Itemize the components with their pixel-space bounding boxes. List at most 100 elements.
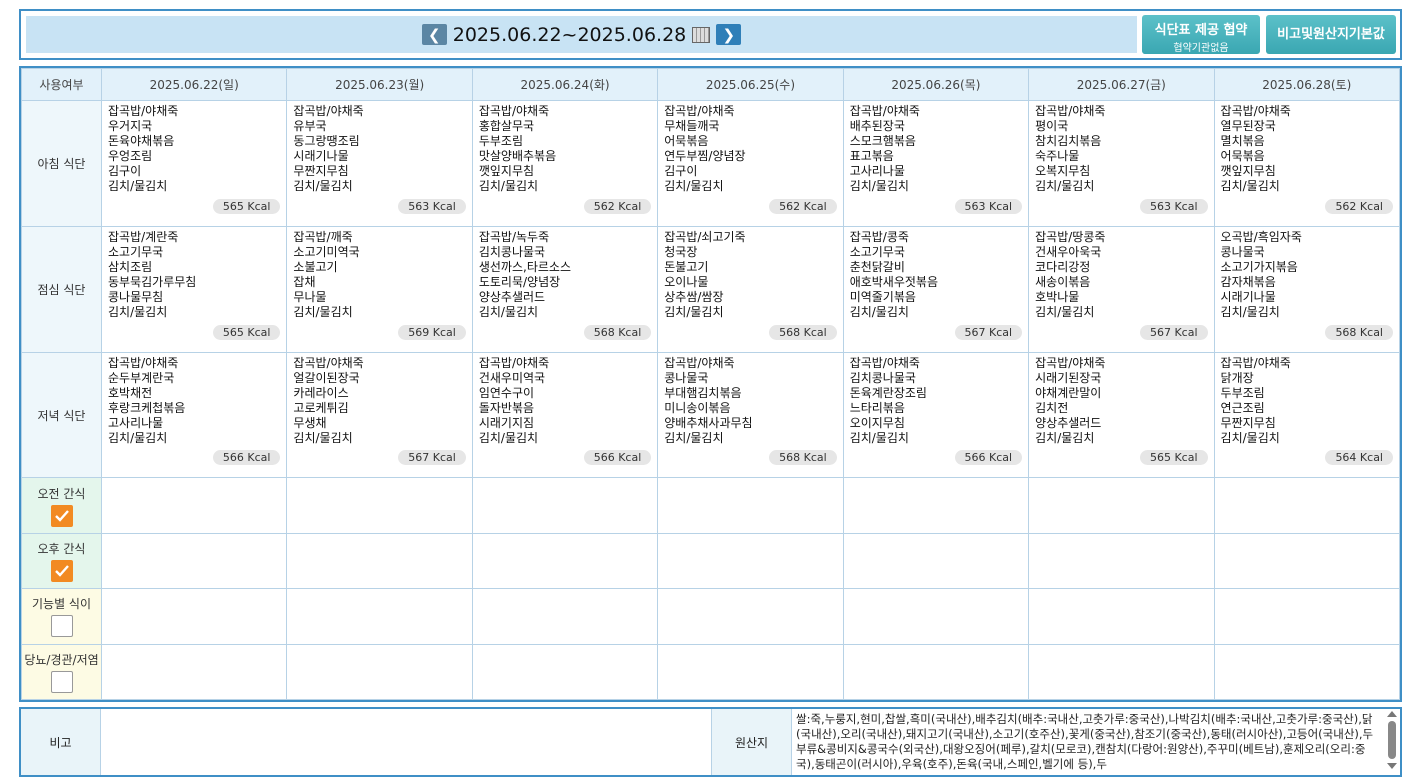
kcal-badge: 568 Kcal	[769, 450, 837, 466]
kcal-badge: 562 Kcal	[1325, 198, 1393, 214]
menu-cell[interactable]: 잡곡밥/야채죽 닭개장 두부조림 연근조림 무짠지무침 김치/물김치 564 Kc…	[1213, 351, 1401, 479]
prev-week-button[interactable]: ❮	[421, 24, 447, 45]
menu-cell[interactable]: 잡곡밥/야채죽 우거지국 돈육야채볶음 우엉조림 김구이 김치/물김치 565 K…	[100, 100, 288, 227]
scroll-thumb[interactable]	[1388, 721, 1396, 759]
dish-list: 잡곡밥/계란죽 소고기무국 삼치조림 동부묵김가루무침 콩나물무침 김치/물김치	[108, 229, 197, 319]
snack-cell[interactable]	[1028, 643, 1215, 701]
menu-cell[interactable]: 잡곡밥/야채죽 유부국 동그랑땡조림 시래기나물 무짠지무침 김치/물김치 563…	[286, 100, 473, 227]
kcal-badge: 568 Kcal	[583, 324, 652, 340]
kcal-badge: 565 Kcal	[1139, 450, 1208, 466]
snack-row-header: 기능별 식이	[21, 588, 102, 645]
snack-cell[interactable]	[100, 477, 288, 534]
snack-cell[interactable]	[100, 532, 288, 590]
snack-cell[interactable]	[842, 532, 1030, 590]
kcal-badge: 568 Kcal	[769, 324, 837, 340]
menu-cell[interactable]: 잡곡밥/땅콩죽 건새우아욱국 코다리강정 새송이볶음 호박나물 김치/물김치 56…	[1028, 225, 1215, 353]
snack-cell[interactable]	[471, 643, 659, 701]
next-week-button[interactable]: ❯	[716, 24, 742, 45]
snack-cell[interactable]	[286, 588, 473, 645]
origin-scrollbar[interactable]	[1386, 711, 1398, 773]
origin-label: 원산지	[712, 709, 792, 775]
snack-cell[interactable]	[286, 477, 473, 534]
week-range-label: 2025.06.22~2025.06.28	[452, 23, 687, 46]
snack-label: 당뇨/경관/저염	[24, 652, 99, 667]
day-header: 2025.06.26(목)	[842, 68, 1030, 101]
dish-list: 잡곡밥/야채죽 우거지국 돈육야채볶음 우엉조림 김구이 김치/물김치	[108, 104, 179, 193]
menu-cell[interactable]: 잡곡밥/야채죽 무채들깨국 어묵볶음 연두부찜/양념장 김구이 김치/물김치 56…	[657, 100, 844, 227]
menu-cell[interactable]: 잡곡밥/야채죽 시래기된장국 야채계란말이 김치전 양상추샐러드 김치/물김치 5…	[1028, 351, 1215, 479]
menu-cell[interactable]: 잡곡밥/녹두죽 김치콩나물국 생선까스,타르소스 도토리묵/양념장 양상추샐러드…	[471, 225, 659, 353]
use-checkbox[interactable]	[50, 615, 73, 638]
snack-cell[interactable]	[1213, 643, 1401, 701]
kcal-badge: 565 Kcal	[212, 198, 281, 214]
snack-cell[interactable]	[1028, 588, 1215, 645]
dish-list: 잡곡밥/야채죽 건새우미역국 임연수구이 돌자반볶음 시래기지짐 김치/물김치	[478, 355, 550, 445]
note-field[interactable]	[101, 709, 712, 775]
day-header: 2025.06.23(월)	[286, 68, 473, 101]
use-checkbox[interactable]	[50, 560, 73, 583]
kcal-badge: 567 Kcal	[398, 450, 466, 466]
kcal-badge: 566 Kcal	[954, 450, 1023, 466]
menu-cell[interactable]: 잡곡밥/야채죽 얼갈이된장국 카레라이스 고로케튀김 무생채 김치/물김치 567…	[286, 351, 473, 479]
snack-cell[interactable]	[1213, 588, 1401, 645]
menu-cell[interactable]: 잡곡밥/야채죽 김치콩나물국 돈육계란장조림 느타리볶음 오이지무침 김치/물김…	[842, 351, 1030, 479]
scroll-up-icon[interactable]	[1387, 711, 1397, 717]
menu-cell[interactable]: 잡곡밥/콩죽 소고기무국 춘천닭갈비 애호박새우젓볶음 미역줄기볶음 김치/물김…	[842, 225, 1030, 353]
snack-row-header: 오후 간식	[21, 532, 102, 590]
meal-label: 아침 식단	[21, 100, 102, 227]
menu-cell[interactable]: 잡곡밥/야채죽 콩나물국 부대햄김치볶음 미니송이볶음 양배추채사과무침 김치/…	[657, 351, 844, 479]
snack-cell[interactable]	[1028, 532, 1215, 590]
menu-agreement-button[interactable]: 식단표 제공 협약 협약기관없음	[1142, 15, 1260, 54]
menu-cell[interactable]: 잡곡밥/야채죽 건새우미역국 임연수구이 돌자반볶음 시래기지짐 김치/물김치 5…	[471, 351, 659, 479]
origin-text: 쌀:죽,누룽지,현미,찹쌀,흑미(국내산),배추김치(배추:국내산,고춧가루:중…	[796, 712, 1374, 771]
snack-row: 기능별 식이	[21, 588, 1401, 645]
day-header: 2025.06.28(토)	[1213, 68, 1401, 101]
snack-cell[interactable]	[471, 532, 659, 590]
use-checkbox[interactable]	[50, 670, 73, 693]
kcal-badge: 569 Kcal	[398, 324, 466, 340]
snack-label: 오전 간식	[37, 486, 86, 501]
menu-cell[interactable]: 잡곡밥/야채죽 홍합살무국 두부조림 맛살양배추볶음 깻잎지무침 김치/물김치 5…	[471, 100, 659, 227]
snack-cell[interactable]	[657, 532, 844, 590]
snack-cell[interactable]	[286, 643, 473, 701]
check-icon	[54, 565, 69, 577]
snack-cell[interactable]	[842, 643, 1030, 701]
dish-list: 잡곡밥/쇠고기죽 청국장 돈불고기 오이나물 상추쌈/쌈장 김치/물김치	[664, 229, 746, 319]
snack-cell[interactable]	[842, 588, 1030, 645]
menu-cell[interactable]: 오곡밥/흑임자죽 콩나물국 소고기가지볶음 감자채볶음 시래기나물 김치/물김치…	[1213, 225, 1401, 353]
dish-list: 잡곡밥/콩죽 소고기무국 춘천닭갈비 애호박새우젓볶음 미역줄기볶음 김치/물김…	[849, 229, 939, 319]
calendar-icon[interactable]	[692, 26, 711, 43]
snack-cell[interactable]	[1213, 532, 1401, 590]
snack-cell[interactable]	[100, 643, 288, 701]
scroll-down-icon[interactable]	[1387, 763, 1397, 769]
snack-cell[interactable]	[657, 477, 844, 534]
menu-cell[interactable]: 잡곡밥/야채죽 배추된장국 스모크햄볶음 표고볶음 고사리나물 김치/물김치 56…	[842, 100, 1030, 227]
snack-cell[interactable]	[471, 588, 659, 645]
weekly-menu-grid: 사용여부 2025.06.22(일) 2025.06.23(월) 2025.06.2…	[19, 66, 1402, 702]
use-checkbox[interactable]	[50, 504, 73, 527]
menu-cell[interactable]: 잡곡밥/쇠고기죽 청국장 돈불고기 오이나물 상추쌈/쌈장 김치/물김치 568 …	[657, 225, 844, 353]
week-header: ❮ 2025.06.22~2025.06.28 ❯ 식단표 제공 협약 협약기관…	[19, 9, 1402, 60]
origin-default-button[interactable]: 비고및원산지기본값	[1266, 15, 1396, 54]
menu-cell[interactable]: 잡곡밥/계란죽 소고기무국 삼치조림 동부묵김가루무침 콩나물무침 김치/물김치…	[100, 225, 288, 353]
snack-cell[interactable]	[100, 588, 288, 645]
menu-cell[interactable]: 잡곡밥/야채죽 열무된장국 멸치볶음 어묵볶음 깻잎지무침 김치/물김치 562 …	[1213, 100, 1401, 227]
snack-cell[interactable]	[1028, 477, 1215, 534]
menu-cell[interactable]: 잡곡밥/야채죽 평이국 참치김치볶음 숙주나물 오복지무침 김치/물김치 563 …	[1028, 100, 1215, 227]
snack-cell[interactable]	[657, 588, 844, 645]
snack-cell[interactable]	[286, 532, 473, 590]
snack-cell[interactable]	[842, 477, 1030, 534]
origin-textarea[interactable]: 쌀:죽,누룽지,현미,찹쌀,흑미(국내산),배추김치(배추:국내산,고춧가루:중…	[792, 709, 1400, 775]
dish-list: 잡곡밥/야채죽 얼갈이된장국 카레라이스 고로케튀김 무생채 김치/물김치	[293, 355, 364, 445]
menu-cell[interactable]: 잡곡밥/깨죽 소고기미역국 소불고기 잡채 무나물 김치/물김치 569 Kcal	[286, 225, 473, 353]
kcal-badge: 566 Kcal	[583, 450, 652, 466]
day-header: 2025.06.24(화)	[471, 68, 659, 101]
snack-cell[interactable]	[657, 643, 844, 701]
kcal-badge: 565 Kcal	[212, 324, 281, 340]
dish-list: 잡곡밥/야채죽 콩나물국 부대햄김치볶음 미니송이볶음 양배추채사과무침 김치/…	[664, 355, 753, 445]
dish-list: 잡곡밥/녹두죽 김치콩나물국 생선까스,타르소스 도토리묵/양념장 양상추샐러드…	[478, 229, 571, 319]
snack-cell[interactable]	[1213, 477, 1401, 534]
menu-cell[interactable]: 잡곡밥/야채죽 순두부계란국 호박채전 후랑크케첩볶음 고사리나물 김치/물김치…	[100, 351, 288, 479]
snack-cell[interactable]	[471, 477, 659, 534]
snack-label: 오후 간식	[37, 542, 86, 557]
